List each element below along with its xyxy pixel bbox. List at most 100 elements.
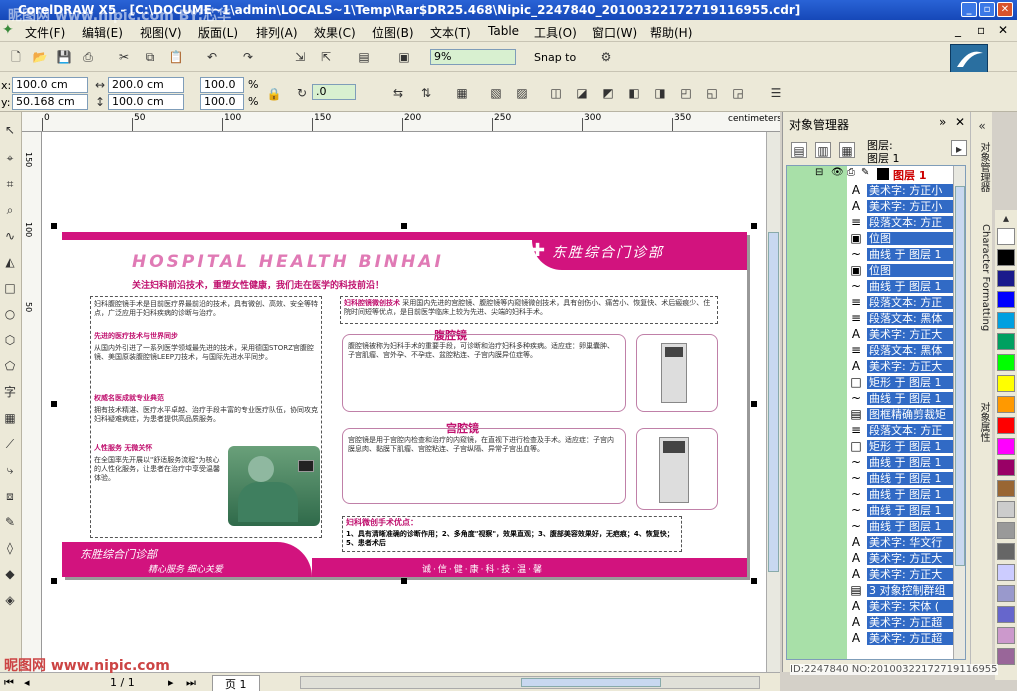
import-icon[interactable]: ⇲: [292, 49, 308, 65]
width-field[interactable]: 200.0 cm: [108, 77, 184, 93]
vertical-scrollbar[interactable]: [766, 132, 780, 672]
object-tree-item[interactable]: ≡ 段落文本: 黑体: [787, 310, 965, 326]
color-swatch[interactable]: [997, 522, 1015, 539]
object-tree-item[interactable]: ▤ 3 对象控制群组: [787, 582, 965, 598]
object-tree-item[interactable]: ≡ 段落文本: 方正: [787, 214, 965, 230]
application-launcher-icon[interactable]: ▤: [356, 49, 372, 65]
selection-handle[interactable]: [751, 223, 757, 229]
docker-collapse-icon[interactable]: «: [974, 118, 990, 134]
polygon-tool-icon[interactable]: ⬡: [2, 332, 18, 348]
color-swatch[interactable]: [997, 333, 1015, 350]
table-tool-icon[interactable]: ▦: [2, 410, 18, 426]
hospital-flyer[interactable]: ✚ 东胜综合门诊部 HOSPITAL HEALTH BINHAI 关注妇科前沿技…: [62, 232, 747, 577]
trim-icon[interactable]: ◧: [626, 85, 642, 101]
layer-manager-icon[interactable]: ▦: [839, 142, 855, 158]
selection-handle[interactable]: [51, 401, 57, 407]
welcome-screen-icon[interactable]: ▣: [396, 49, 412, 65]
color-swatch[interactable]: [997, 543, 1015, 560]
outline-tool-icon[interactable]: ◊: [2, 540, 18, 556]
color-swatch[interactable]: [997, 396, 1015, 413]
menu-edit[interactable]: 编辑(E): [82, 24, 123, 41]
object-tree-item[interactable]: ~ 曲线 于 图层 1: [787, 486, 965, 502]
align-distribute-icon[interactable]: ☰: [768, 85, 784, 101]
text-tool-icon[interactable]: 字: [2, 384, 18, 400]
object-tree-item[interactable]: A 美术字: 方正超: [787, 630, 965, 646]
show-properties-icon[interactable]: ▤: [791, 142, 807, 158]
mirror-v-icon[interactable]: ⇅: [418, 85, 434, 101]
tree-scrollbar[interactable]: [953, 166, 965, 659]
crop-tool-icon[interactable]: ⌗: [2, 176, 18, 192]
object-tree-item[interactable]: A 美术字: 方正大: [787, 566, 965, 582]
zoom-tool-icon[interactable]: ⌕: [2, 202, 18, 218]
color-swatch[interactable]: [997, 375, 1015, 392]
combine-icon[interactable]: ◫: [548, 85, 564, 101]
selection-handle[interactable]: [751, 401, 757, 407]
object-tree-item[interactable]: ~ 曲线 于 图层 1: [787, 278, 965, 294]
menu-tools[interactable]: 工具(O): [534, 24, 577, 41]
minimize-button[interactable]: _: [961, 2, 977, 17]
menu-text[interactable]: 文本(T): [430, 24, 471, 41]
menu-file[interactable]: 文件(F): [25, 24, 65, 41]
color-swatch[interactable]: [997, 354, 1015, 371]
color-swatch[interactable]: [997, 417, 1015, 434]
selection-handle[interactable]: [401, 223, 407, 229]
selection-handle[interactable]: [51, 223, 57, 229]
object-tree-item[interactable]: □ 矩形 于 图层 1: [787, 438, 965, 454]
redo-icon[interactable]: ↷: [240, 49, 256, 65]
object-tree-item[interactable]: ≡ 段落文本: 方正: [787, 422, 965, 438]
weld-icon[interactable]: ◩: [600, 85, 616, 101]
doc-minimize-icon[interactable]: _: [955, 23, 961, 37]
menu-window[interactable]: 窗口(W): [592, 24, 637, 41]
object-tree-item[interactable]: ≡ 段落文本: 黑体: [787, 342, 965, 358]
color-swatch[interactable]: [997, 249, 1015, 266]
menu-arrange[interactable]: 排列(A): [256, 24, 298, 41]
x-position-field[interactable]: 100.0 cm: [12, 77, 88, 93]
selection-handle[interactable]: [751, 578, 757, 584]
fill-tool-icon[interactable]: ◆: [2, 566, 18, 582]
open-icon[interactable]: 📂: [32, 49, 48, 65]
object-tree-item[interactable]: A 美术字: 方正小: [787, 182, 965, 198]
ellipse-tool-icon[interactable]: ○: [2, 306, 18, 322]
object-tree-item[interactable]: A 美术字: 华文行: [787, 534, 965, 550]
palette-scroll-up-icon[interactable]: ▴: [998, 210, 1014, 226]
object-tree-item[interactable]: ~ 曲线 于 图层 1: [787, 502, 965, 518]
object-tree-item[interactable]: ▤ 图框精确剪裁矩: [787, 406, 965, 422]
color-swatch[interactable]: [997, 270, 1015, 287]
page-navigator[interactable]: 1 / 1: [110, 676, 135, 689]
mirror-h-icon[interactable]: ⇆: [390, 85, 406, 101]
undo-icon[interactable]: ↶: [204, 49, 220, 65]
color-swatch[interactable]: [997, 585, 1015, 602]
lock-ratio-icon[interactable]: 🔒: [266, 86, 282, 102]
copy-icon[interactable]: ⧉: [142, 49, 158, 65]
group-icon[interactable]: ▦: [454, 85, 470, 101]
scale-x-field[interactable]: 100.0: [200, 77, 244, 93]
horizontal-scrollbar[interactable]: [300, 676, 760, 689]
object-tree-item[interactable]: ≡ 段落文本: 方正: [787, 294, 965, 310]
object-tree-item[interactable]: ~ 曲线 于 图层 1: [787, 470, 965, 486]
intersect-icon[interactable]: ◨: [652, 85, 668, 101]
last-page-icon[interactable]: ⏭: [186, 676, 196, 690]
color-swatch[interactable]: [997, 312, 1015, 329]
front-minus-back-icon[interactable]: ◱: [704, 85, 720, 101]
object-tree-item[interactable]: ~ 曲线 于 图层 1: [787, 454, 965, 470]
pick-tool-icon[interactable]: ↖: [2, 122, 18, 138]
connector-tool-icon[interactable]: ⤷: [2, 462, 18, 478]
edit-across-layers-icon[interactable]: ▥: [815, 142, 831, 158]
prev-page-icon[interactable]: ◂: [24, 676, 30, 689]
simplify-icon[interactable]: ◰: [678, 85, 694, 101]
color-swatch[interactable]: [997, 648, 1015, 665]
cut-icon[interactable]: ✂: [116, 49, 132, 65]
new-icon[interactable]: 🗋: [8, 49, 24, 65]
eye-icon[interactable]: 👁: [831, 167, 844, 178]
object-tree-item[interactable]: ~ 曲线 于 图层 1: [787, 390, 965, 406]
color-swatch[interactable]: [997, 480, 1015, 497]
printer-icon[interactable]: ⎙: [847, 167, 855, 178]
color-swatch[interactable]: [997, 627, 1015, 644]
object-tree-item[interactable]: □ 矩形 于 图层 1: [787, 374, 965, 390]
menu-effects[interactable]: 效果(C): [314, 24, 356, 41]
paste-icon[interactable]: 📋: [168, 49, 184, 65]
color-swatch[interactable]: [997, 438, 1015, 455]
menu-layout[interactable]: 版面(L): [198, 24, 238, 41]
color-swatch[interactable]: [997, 501, 1015, 518]
object-tree-item[interactable]: A 美术字: 方正超: [787, 614, 965, 630]
